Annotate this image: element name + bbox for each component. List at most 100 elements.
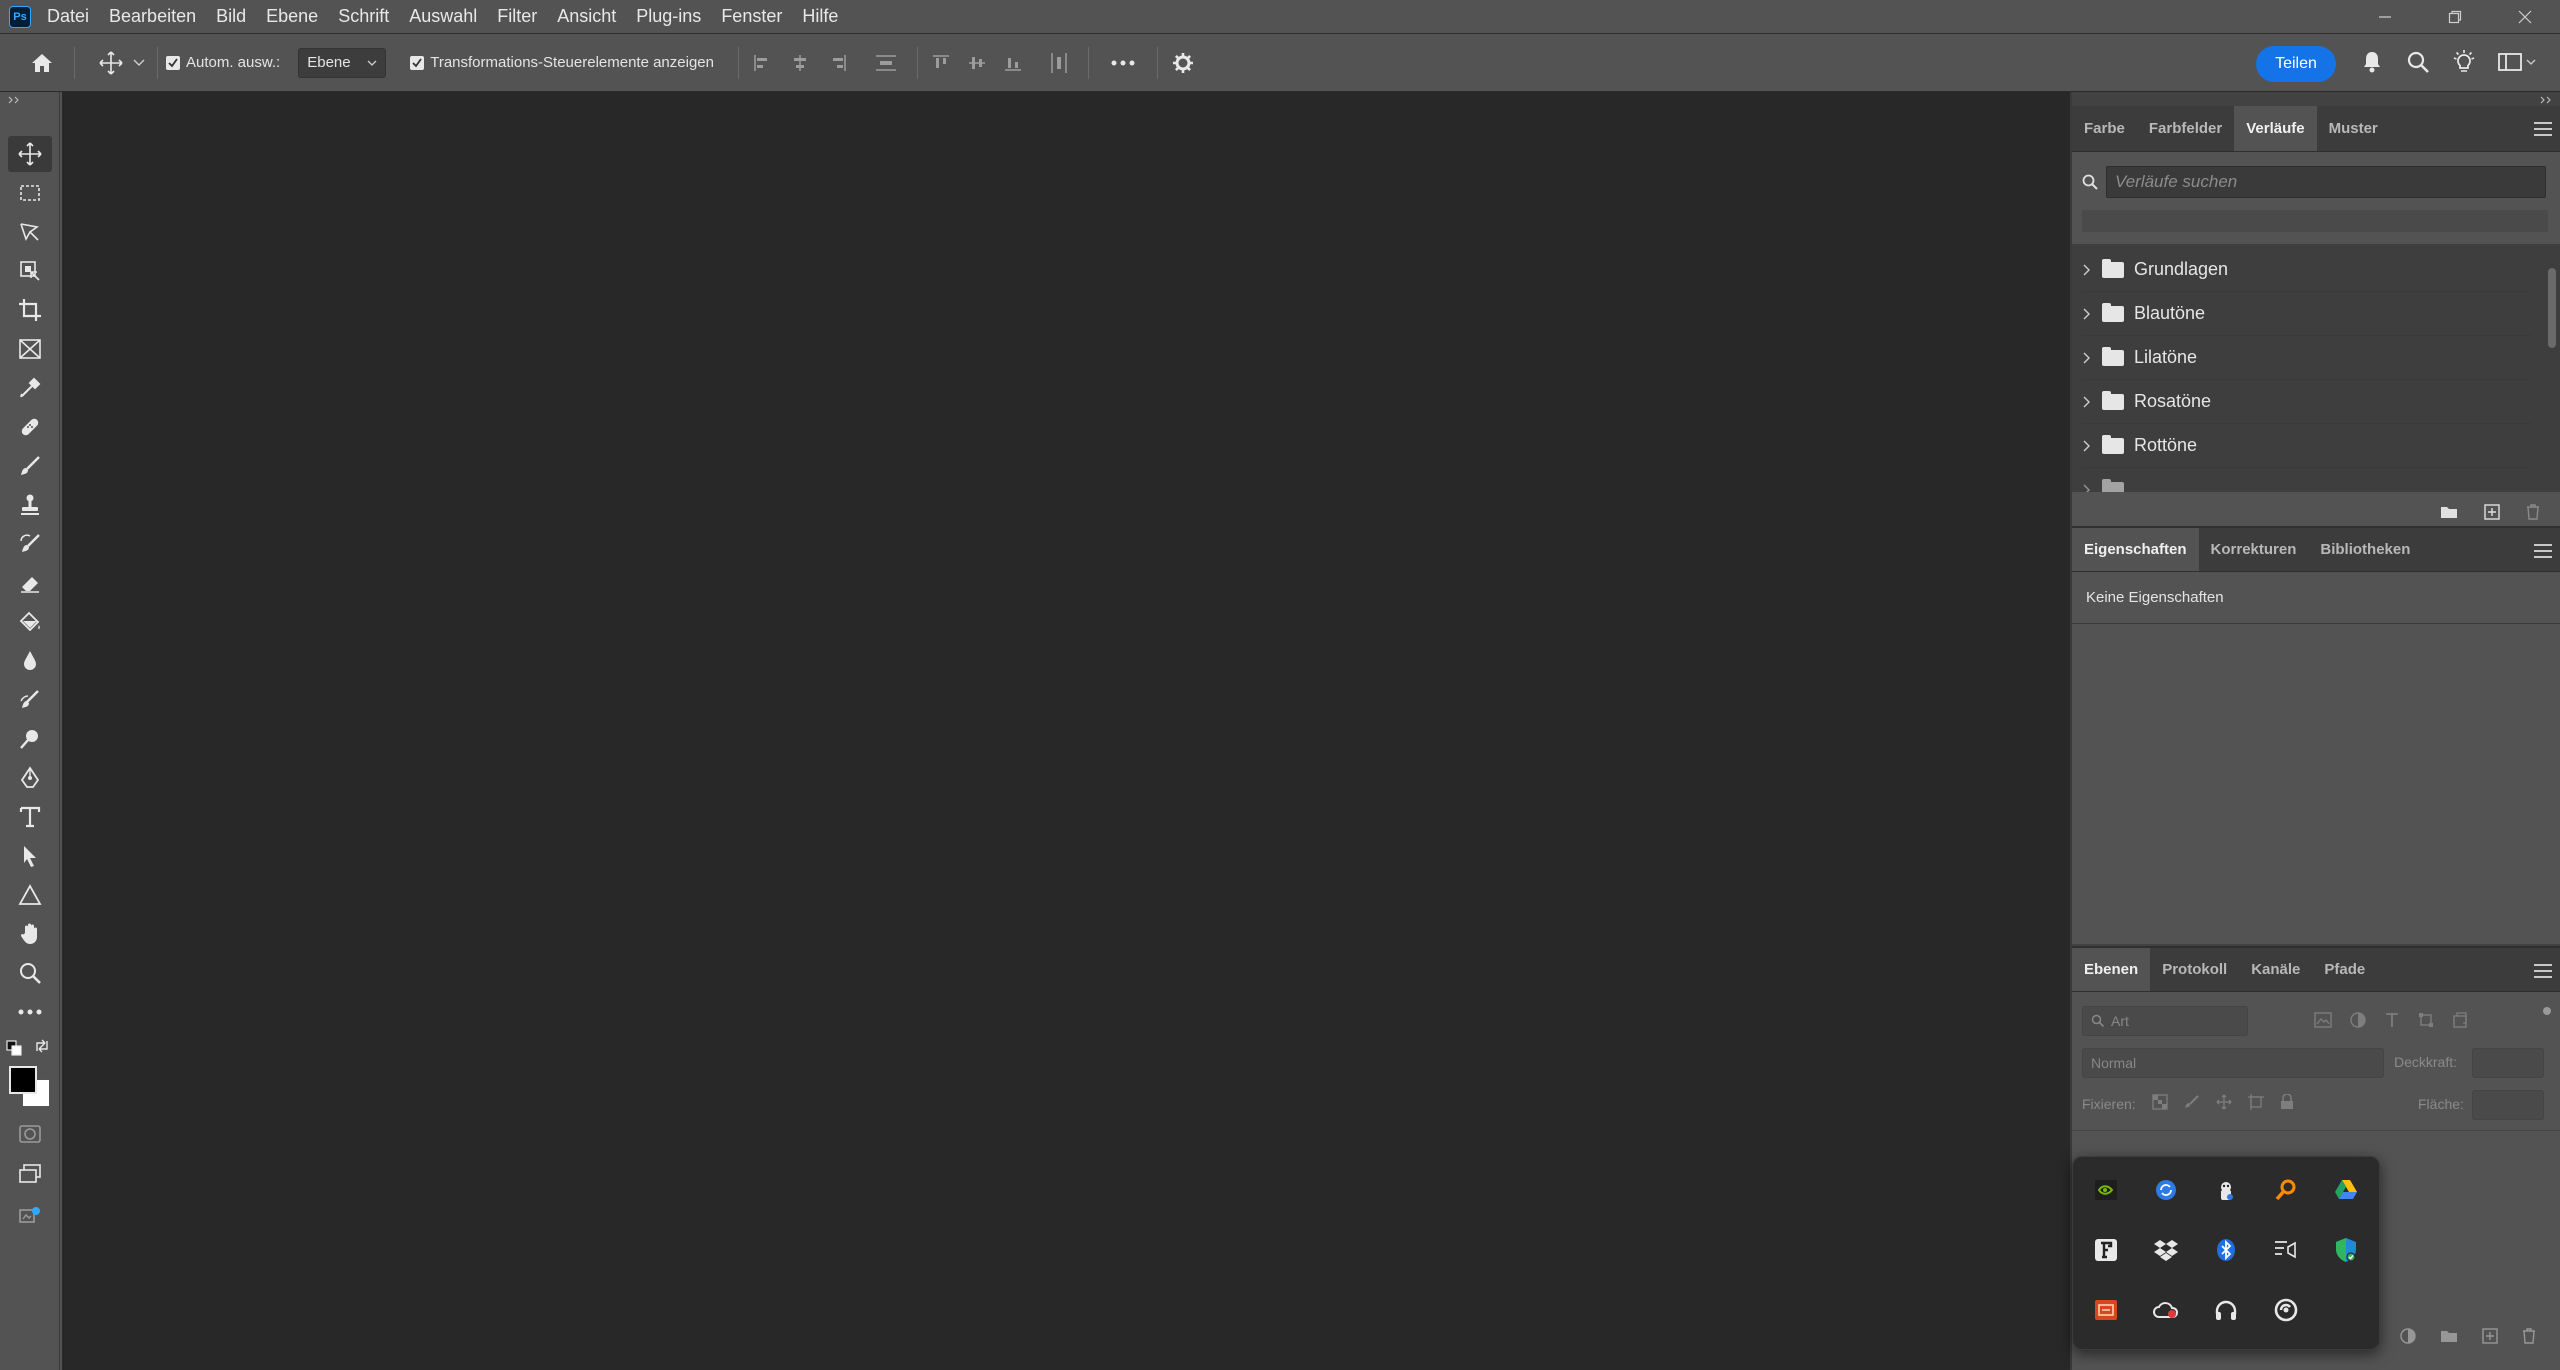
new-group-folder-icon[interactable] xyxy=(2440,1329,2458,1343)
object-select-tool-icon[interactable] xyxy=(8,253,52,289)
home-button[interactable] xyxy=(24,45,60,81)
lock-all-icon[interactable] xyxy=(2280,1094,2294,1110)
new-group-folder-icon[interactable] xyxy=(2440,505,2458,519)
new-gradient-icon[interactable] xyxy=(2484,504,2500,520)
history-brush-tool-icon[interactable] xyxy=(8,526,52,562)
google-drive-icon[interactable] xyxy=(2331,1175,2361,1205)
menu-bearbeiten[interactable]: Bearbeiten xyxy=(109,6,196,27)
type-tool-icon[interactable] xyxy=(8,799,52,835)
list-scrollbar[interactable] xyxy=(2548,268,2556,348)
font-app-icon[interactable] xyxy=(2091,1235,2121,1265)
new-layer-icon[interactable] xyxy=(2482,1328,2498,1344)
tab-pfade[interactable]: Pfade xyxy=(2312,948,2377,991)
document-canvas-area[interactable] xyxy=(62,92,2070,1370)
zoom-tool-icon[interactable] xyxy=(8,955,52,991)
path-select-tool-icon[interactable] xyxy=(8,838,52,874)
list-item[interactable]: Blautöne xyxy=(2082,292,2532,336)
crop-tool-icon[interactable] xyxy=(8,292,52,328)
panel-menu-icon[interactable] xyxy=(2534,122,2552,136)
panel-menu-icon[interactable] xyxy=(2534,964,2552,978)
close-window-button[interactable] xyxy=(2490,0,2560,34)
move-tool-icon[interactable] xyxy=(8,136,52,172)
hand-tool-icon[interactable] xyxy=(8,916,52,952)
lightbulb-icon[interactable] xyxy=(2452,50,2476,74)
list-item[interactable]: Lilatöne xyxy=(2082,336,2532,380)
share-button[interactable]: Teilen xyxy=(2256,46,2336,82)
media-icon[interactable] xyxy=(2271,1235,2301,1265)
list-item[interactable]: Grundlagen xyxy=(2082,248,2532,292)
pen-tool-icon[interactable] xyxy=(8,760,52,796)
chevron-down-icon[interactable] xyxy=(133,59,145,67)
list-item[interactable] xyxy=(2082,468,2532,492)
cpu-monitor-icon[interactable] xyxy=(2091,1295,2121,1325)
dodge-tool-icon[interactable] xyxy=(8,721,52,757)
tab-ebenen[interactable]: Ebenen xyxy=(2072,948,2151,991)
menu-filter[interactable]: Filter xyxy=(497,6,537,27)
distribute-horizontal-icon[interactable] xyxy=(1050,52,1068,74)
steam-icon[interactable] xyxy=(2211,1175,2241,1205)
menu-ebene[interactable]: Ebene xyxy=(266,6,318,27)
gradients-search-input[interactable]: Verläufe suchen xyxy=(2106,166,2546,198)
bluetooth-icon[interactable] xyxy=(2211,1235,2241,1265)
restore-button[interactable] xyxy=(2420,0,2490,34)
more-tools-icon[interactable] xyxy=(8,994,52,1030)
search-app-icon[interactable] xyxy=(2271,1175,2301,1205)
align-horizontal-center-icon[interactable] xyxy=(791,54,809,72)
collapse-panel-icon[interactable] xyxy=(8,96,20,104)
more-options-icon[interactable] xyxy=(1111,60,1135,66)
menu-auswahl[interactable]: Auswahl xyxy=(409,6,477,27)
auto-select-checkbox[interactable] xyxy=(166,55,180,70)
marquee-tool-icon[interactable] xyxy=(8,175,52,211)
filter-adjustment-icon[interactable] xyxy=(2350,1012,2366,1028)
workspace-switcher[interactable] xyxy=(2498,52,2536,72)
swap-colors-icon[interactable] xyxy=(34,1038,50,1054)
tab-farbfelder[interactable]: Farbfelder xyxy=(2137,106,2234,151)
adjustment-layer-icon[interactable] xyxy=(2400,1328,2416,1344)
minimize-button[interactable] xyxy=(2350,0,2420,34)
healing-brush-tool-icon[interactable] xyxy=(8,409,52,445)
menu-plugins[interactable]: Plug-ins xyxy=(636,6,701,27)
menu-bild[interactable]: Bild xyxy=(216,6,246,27)
tab-farbe[interactable]: Farbe xyxy=(2072,106,2137,151)
content-credentials-icon[interactable] xyxy=(8,1198,52,1234)
foreground-color-swatch[interactable] xyxy=(9,1066,37,1094)
menu-hilfe[interactable]: Hilfe xyxy=(802,6,838,27)
tab-protokoll[interactable]: Protokoll xyxy=(2150,948,2239,991)
distribute-vertical-icon[interactable] xyxy=(875,54,897,72)
nvidia-icon[interactable] xyxy=(2091,1175,2121,1205)
trash-icon[interactable] xyxy=(2522,1328,2536,1344)
lasso-tool-icon[interactable] xyxy=(8,214,52,250)
lock-pixels-icon[interactable] xyxy=(2184,1094,2200,1110)
filter-pixel-icon[interactable] xyxy=(2314,1012,2332,1028)
list-item[interactable]: Rottöne xyxy=(2082,424,2532,468)
move-tool-preset-button[interactable] xyxy=(89,45,133,81)
frame-tool-icon[interactable] xyxy=(8,331,52,367)
align-right-icon[interactable] xyxy=(829,54,847,72)
opacity-input[interactable] xyxy=(2472,1048,2544,1078)
eraser-tool-icon[interactable] xyxy=(8,565,52,601)
trash-icon[interactable] xyxy=(2526,504,2540,520)
menu-datei[interactable]: Datei xyxy=(47,6,89,27)
transform-controls-checkbox[interactable] xyxy=(410,55,425,70)
sync-icon[interactable] xyxy=(2151,1175,2181,1205)
security-shield-icon[interactable] xyxy=(2331,1235,2361,1265)
align-left-icon[interactable] xyxy=(753,54,771,72)
align-bottom-icon[interactable] xyxy=(1004,54,1022,72)
filter-type-icon[interactable] xyxy=(2384,1012,2400,1028)
filter-toggle-icon[interactable] xyxy=(2542,1006,2552,1016)
auto-select-target-dropdown[interactable]: Ebene xyxy=(298,47,387,78)
list-item[interactable]: Rosatöne xyxy=(2082,380,2532,424)
default-colors-icon[interactable] xyxy=(6,1040,22,1056)
tab-verlaeufe[interactable]: Verläufe xyxy=(2234,106,2317,151)
bell-icon[interactable] xyxy=(2360,50,2384,74)
tab-bibliotheken[interactable]: Bibliotheken xyxy=(2308,528,2422,571)
quick-mask-icon[interactable] xyxy=(8,1116,52,1152)
gradients-slider-track[interactable] xyxy=(2082,210,2548,232)
search-icon[interactable] xyxy=(2406,50,2430,74)
tab-muster[interactable]: Muster xyxy=(2317,106,2390,151)
clone-stamp-tool-icon[interactable] xyxy=(8,487,52,523)
dropbox-icon[interactable] xyxy=(2151,1235,2181,1265)
paint-bucket-tool-icon[interactable] xyxy=(8,604,52,640)
align-top-icon[interactable] xyxy=(932,54,950,72)
brush-tool-icon[interactable] xyxy=(8,448,52,484)
